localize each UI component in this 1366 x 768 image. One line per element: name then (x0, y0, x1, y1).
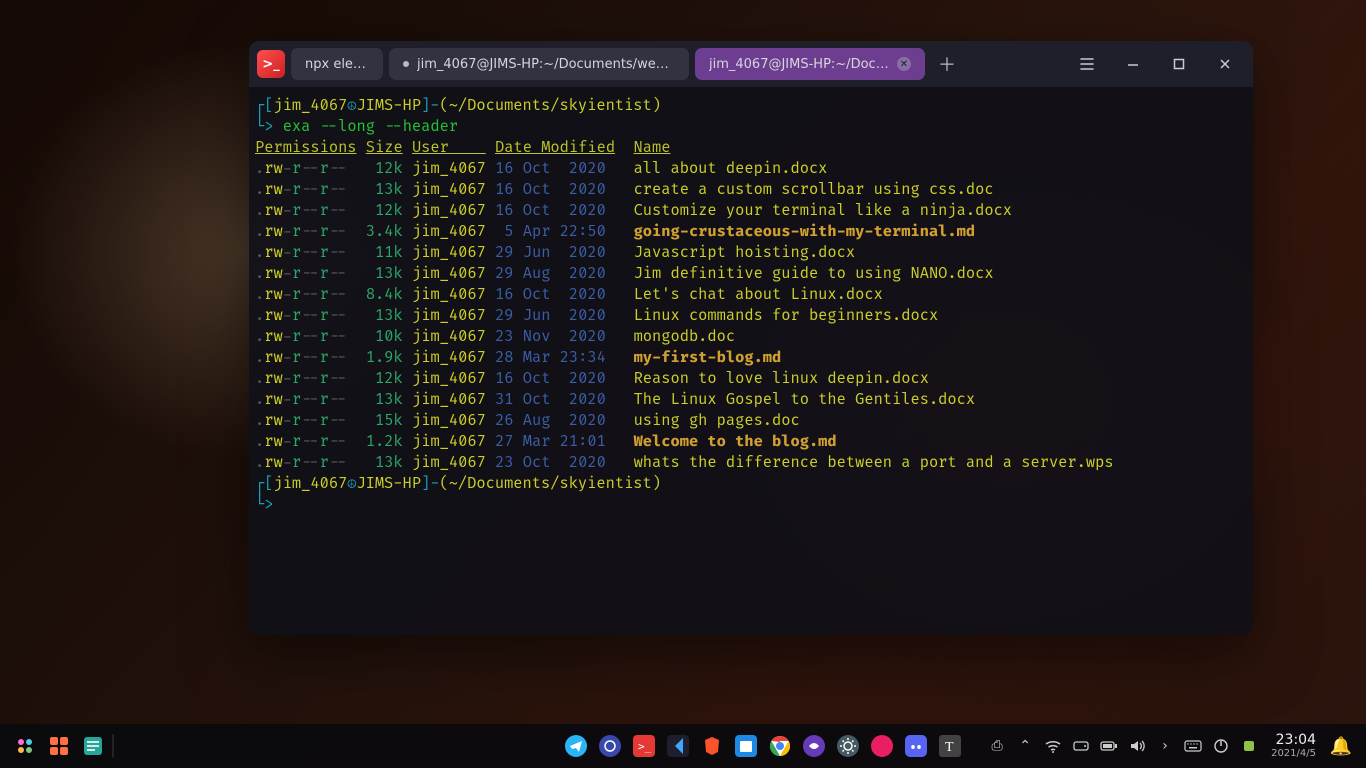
usb-icon[interactable]: ⎙ (985, 731, 1009, 761)
wifi-icon[interactable] (1041, 731, 1065, 761)
multitasking-icon[interactable] (44, 731, 74, 761)
tab-3-active[interactable]: jim_4067@JIMS-HP:~/Docum… ✕ (695, 48, 925, 80)
close-button[interactable] (1205, 48, 1245, 80)
titlebar: >_ npx ele… jim_4067@JIMS-HP:~/Documents… (249, 41, 1253, 87)
vscode-icon[interactable] (663, 731, 693, 761)
keyboard-icon[interactable] (1181, 731, 1205, 761)
tab-1[interactable]: npx ele… (291, 48, 383, 80)
maximize-button[interactable] (1159, 48, 1199, 80)
chrome-icon[interactable] (765, 731, 795, 761)
tab-2[interactable]: jim_4067@JIMS-HP:~/Documents/web… (389, 48, 689, 80)
volume-icon[interactable] (1125, 731, 1149, 761)
next-icon[interactable]: › (1153, 731, 1177, 761)
clock-date: 2021/4/5 (1271, 748, 1316, 759)
tab-indicator-dot (403, 61, 409, 67)
trash-icon[interactable] (1237, 731, 1261, 761)
tab-label: jim_4067@JIMS-HP:~/Docum… (709, 57, 889, 72)
notifications-icon[interactable]: 🔔 (1326, 731, 1356, 761)
workspace-icon[interactable] (78, 731, 108, 761)
clock[interactable]: 23:04 2021/4/5 (1265, 733, 1322, 759)
settings-icon[interactable] (833, 731, 863, 761)
svg-text:T: T (945, 740, 954, 755)
app-icon-flower[interactable] (595, 731, 625, 761)
tray-arrow-icon[interactable]: ⌃ (1013, 731, 1037, 761)
clock-time: 23:04 (1271, 733, 1316, 748)
files-icon[interactable] (731, 731, 761, 761)
brave-icon[interactable] (697, 731, 727, 761)
tab-label: npx ele… (305, 57, 369, 72)
menu-button[interactable] (1067, 48, 1107, 80)
app-icon-candy[interactable] (867, 731, 897, 761)
terminal-output[interactable]: ┌[jim_4067☮JIMS-HP]-(~/Documents/skyient… (249, 87, 1253, 635)
telegram-icon[interactable] (561, 731, 591, 761)
power-icon[interactable] (1209, 731, 1233, 761)
divider (112, 734, 114, 758)
launcher-icon[interactable] (10, 731, 40, 761)
terminal-window: >_ npx ele… jim_4067@JIMS-HP:~/Documents… (249, 41, 1253, 635)
new-tab-button[interactable]: ＋ (931, 48, 963, 80)
minimize-button[interactable] (1113, 48, 1153, 80)
app-icon: >_ (257, 50, 285, 78)
tab-label: jim_4067@JIMS-HP:~/Documents/web… (417, 57, 675, 72)
close-icon[interactable]: ✕ (897, 57, 911, 71)
taskbar: >_ T ⎙ ⌃ › 23:04 2021/4/5 🔔 (0, 724, 1366, 768)
battery-icon[interactable] (1097, 731, 1121, 761)
terminal-app-icon[interactable]: >_ (629, 731, 659, 761)
text-editor-icon[interactable]: T (935, 731, 965, 761)
disk-icon[interactable] (1069, 731, 1093, 761)
app-icon-purple[interactable] (799, 731, 829, 761)
svg-text:>_: >_ (638, 740, 652, 753)
discord-icon[interactable] (901, 731, 931, 761)
